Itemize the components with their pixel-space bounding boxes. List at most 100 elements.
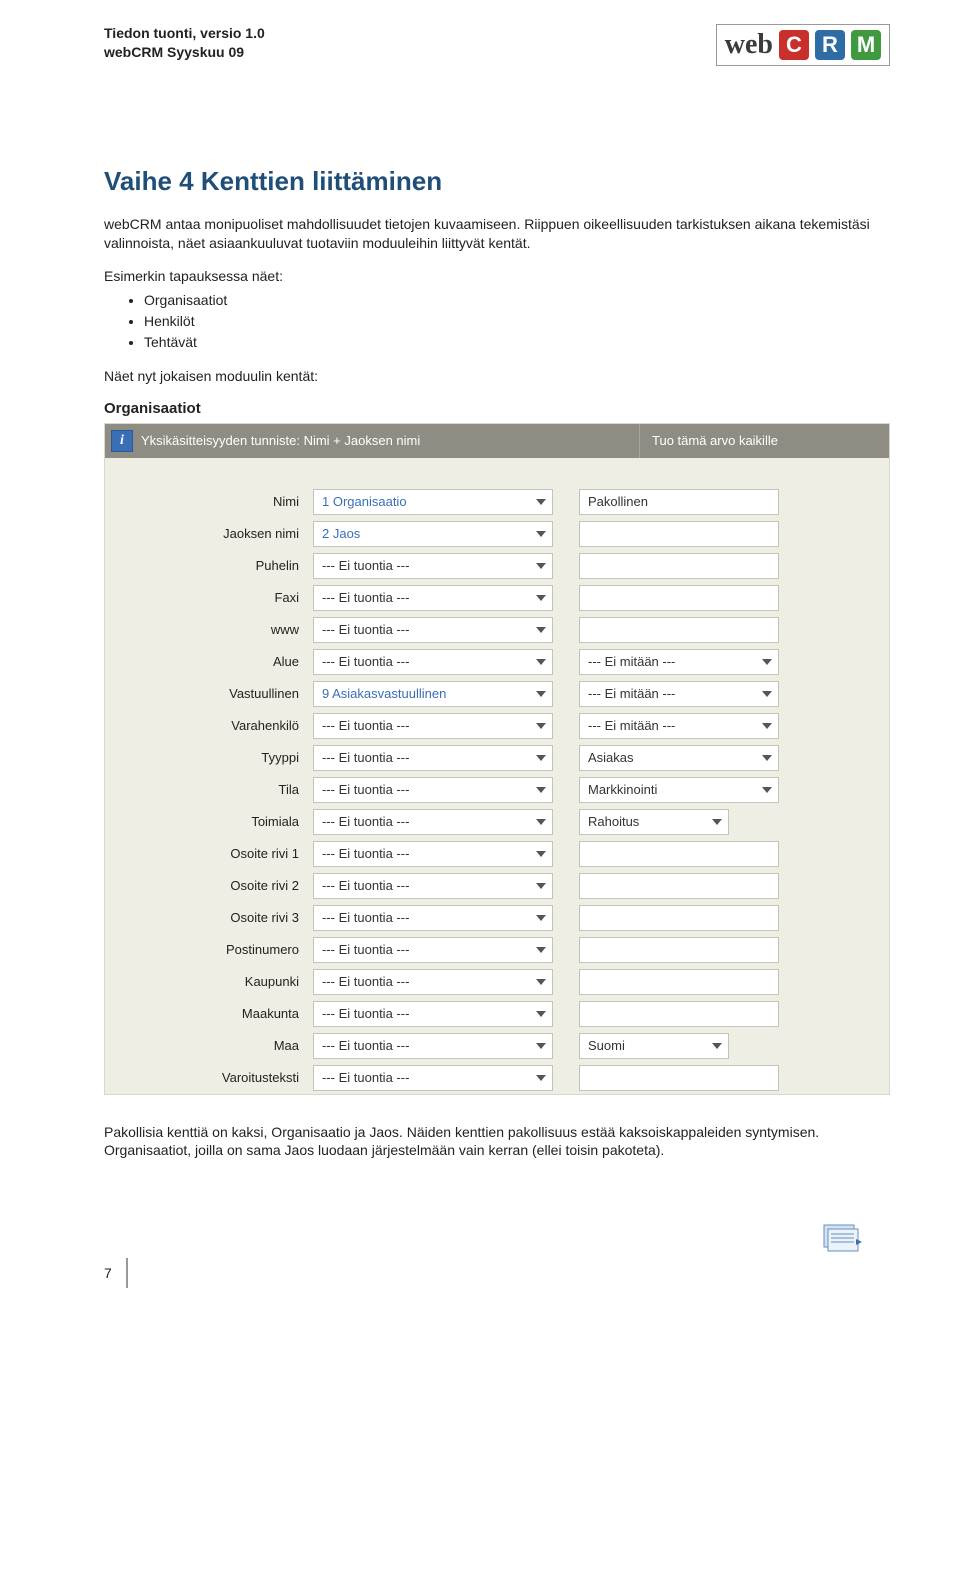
- import-column-select[interactable]: 1 Organisaatio: [313, 489, 553, 515]
- see-now-text: Näet nyt jokaisen moduulin kentät:: [104, 367, 890, 386]
- field-label: Maa: [105, 1038, 305, 1053]
- default-value-cell: [579, 969, 779, 995]
- import-column-select[interactable]: --- Ei tuontia ---: [313, 809, 553, 835]
- field-row: Tyyppi--- Ei tuontia ---Asiakas: [105, 742, 889, 774]
- field-label: Faxi: [105, 590, 305, 605]
- import-column-select[interactable]: 9 Asiakasvastuullinen: [313, 681, 553, 707]
- select-value: --- Ei tuontia ---: [322, 1006, 409, 1021]
- page-footer: 7: [104, 1218, 890, 1288]
- chevron-down-icon: [536, 531, 546, 537]
- select-value: --- Ei mitään ---: [588, 654, 675, 669]
- default-value-cell: Asiakas: [579, 745, 779, 771]
- default-value-input[interactable]: [579, 1065, 779, 1091]
- field-row: Postinumero --- Ei tuontia ---: [105, 934, 889, 966]
- field-row: Osoite rivi 3--- Ei tuontia ---: [105, 902, 889, 934]
- select-value: 2 Jaos: [322, 526, 360, 541]
- import-column-select[interactable]: --- Ei tuontia ---: [313, 1033, 553, 1059]
- select-value: --- Ei tuontia ---: [322, 782, 409, 797]
- default-value-cell: Pakollinen: [579, 489, 779, 515]
- select-value: --- Ei tuontia ---: [322, 750, 409, 765]
- default-value-select[interactable]: Rahoitus: [579, 809, 729, 835]
- default-value-select[interactable]: --- Ei mitään ---: [579, 713, 779, 739]
- import-column-select[interactable]: --- Ei tuontia ---: [313, 873, 553, 899]
- import-column-select[interactable]: --- Ei tuontia ---: [313, 969, 553, 995]
- field-row: Tila--- Ei tuontia ---Markkinointi: [105, 774, 889, 806]
- field-label: Nimi: [105, 494, 305, 509]
- page-number-divider: [126, 1258, 128, 1288]
- field-label: Osoite rivi 1: [105, 846, 305, 861]
- select-value: --- Ei tuontia ---: [322, 942, 409, 957]
- select-value: --- Ei tuontia ---: [322, 590, 409, 605]
- default-value-select[interactable]: --- Ei mitään ---: [579, 649, 779, 675]
- default-value-cell: Markkinointi: [579, 777, 779, 803]
- field-label: Postinumero: [105, 942, 305, 957]
- chevron-down-icon: [536, 915, 546, 921]
- default-value-input[interactable]: [579, 873, 779, 899]
- info-icon[interactable]: i: [111, 430, 133, 452]
- field-row: Varoitusteksti --- Ei tuontia ---: [105, 1062, 889, 1094]
- import-column-select[interactable]: --- Ei tuontia ---: [313, 841, 553, 867]
- default-value-input[interactable]: Pakollinen: [579, 489, 779, 515]
- import-column-select[interactable]: --- Ei tuontia ---: [313, 745, 553, 771]
- default-value-input[interactable]: [579, 617, 779, 643]
- default-value-cell: [579, 521, 779, 547]
- default-value-cell: [579, 585, 779, 611]
- field-label: Vastuullinen: [105, 686, 305, 701]
- select-value: --- Ei tuontia ---: [322, 622, 409, 637]
- import-column-select[interactable]: --- Ei tuontia ---: [313, 649, 553, 675]
- default-value-input[interactable]: [579, 841, 779, 867]
- default-value-cell: --- Ei mitään ---: [579, 649, 779, 675]
- default-value-input[interactable]: [579, 937, 779, 963]
- select-value: --- Ei mitään ---: [588, 718, 675, 733]
- import-column-select[interactable]: --- Ei tuontia ---: [313, 1065, 553, 1091]
- field-row: Kaupunki--- Ei tuontia ---: [105, 966, 889, 998]
- import-column-select[interactable]: --- Ei tuontia ---: [313, 713, 553, 739]
- default-value-cell: --- Ei mitään ---: [579, 681, 779, 707]
- select-value: Asiakas: [588, 750, 634, 765]
- chevron-down-icon: [536, 979, 546, 985]
- section-heading: Organisaatiot: [104, 400, 890, 417]
- default-value-input[interactable]: [579, 585, 779, 611]
- chevron-down-icon: [712, 1043, 722, 1049]
- import-column-select[interactable]: --- Ei tuontia ---: [313, 617, 553, 643]
- panel-spacer: [105, 458, 889, 486]
- default-value-input[interactable]: [579, 521, 779, 547]
- field-label: Puhelin: [105, 558, 305, 573]
- chevron-down-icon: [536, 691, 546, 697]
- import-column-select[interactable]: --- Ei tuontia ---: [313, 1001, 553, 1027]
- chevron-down-icon: [712, 819, 722, 825]
- import-column-select[interactable]: 2 Jaos: [313, 521, 553, 547]
- panel-header-right: Tuo tämä arvo kaikille: [639, 424, 889, 458]
- select-value: Suomi: [588, 1038, 625, 1053]
- import-column-select[interactable]: --- Ei tuontia ---: [313, 585, 553, 611]
- chevron-down-icon: [536, 659, 546, 665]
- default-value-select[interactable]: --- Ei mitään ---: [579, 681, 779, 707]
- default-value-input[interactable]: [579, 905, 779, 931]
- field-row: www--- Ei tuontia ---: [105, 614, 889, 646]
- default-value-cell: --- Ei mitään ---: [579, 713, 779, 739]
- default-value-select[interactable]: Asiakas: [579, 745, 779, 771]
- default-value-cell: Suomi: [579, 1033, 729, 1059]
- page-number-block: 7: [104, 1258, 890, 1288]
- select-value: --- Ei tuontia ---: [322, 910, 409, 925]
- logo-square-m: M: [851, 30, 881, 60]
- default-value-select[interactable]: Markkinointi: [579, 777, 779, 803]
- intro-paragraph: webCRM antaa monipuoliset mahdollisuudet…: [104, 215, 890, 253]
- import-column-select[interactable]: --- Ei tuontia ---: [313, 553, 553, 579]
- default-value-cell: [579, 553, 779, 579]
- field-row: Osoite rivi 2--- Ei tuontia ---: [105, 870, 889, 902]
- default-value-select[interactable]: Suomi: [579, 1033, 729, 1059]
- chevron-down-icon: [536, 1043, 546, 1049]
- import-column-select[interactable]: --- Ei tuontia ---: [313, 777, 553, 803]
- default-value-input[interactable]: [579, 969, 779, 995]
- import-column-select[interactable]: --- Ei tuontia ---: [313, 905, 553, 931]
- default-value-input[interactable]: [579, 1001, 779, 1027]
- default-value-cell: [579, 905, 779, 931]
- list-item: Organisaatiot: [144, 290, 890, 311]
- chevron-down-icon: [536, 1011, 546, 1017]
- select-value: Rahoitus: [588, 814, 639, 829]
- import-column-select[interactable]: --- Ei tuontia ---: [313, 937, 553, 963]
- select-value: --- Ei tuontia ---: [322, 814, 409, 829]
- default-value-input[interactable]: [579, 553, 779, 579]
- field-label: Varoitusteksti: [105, 1070, 305, 1085]
